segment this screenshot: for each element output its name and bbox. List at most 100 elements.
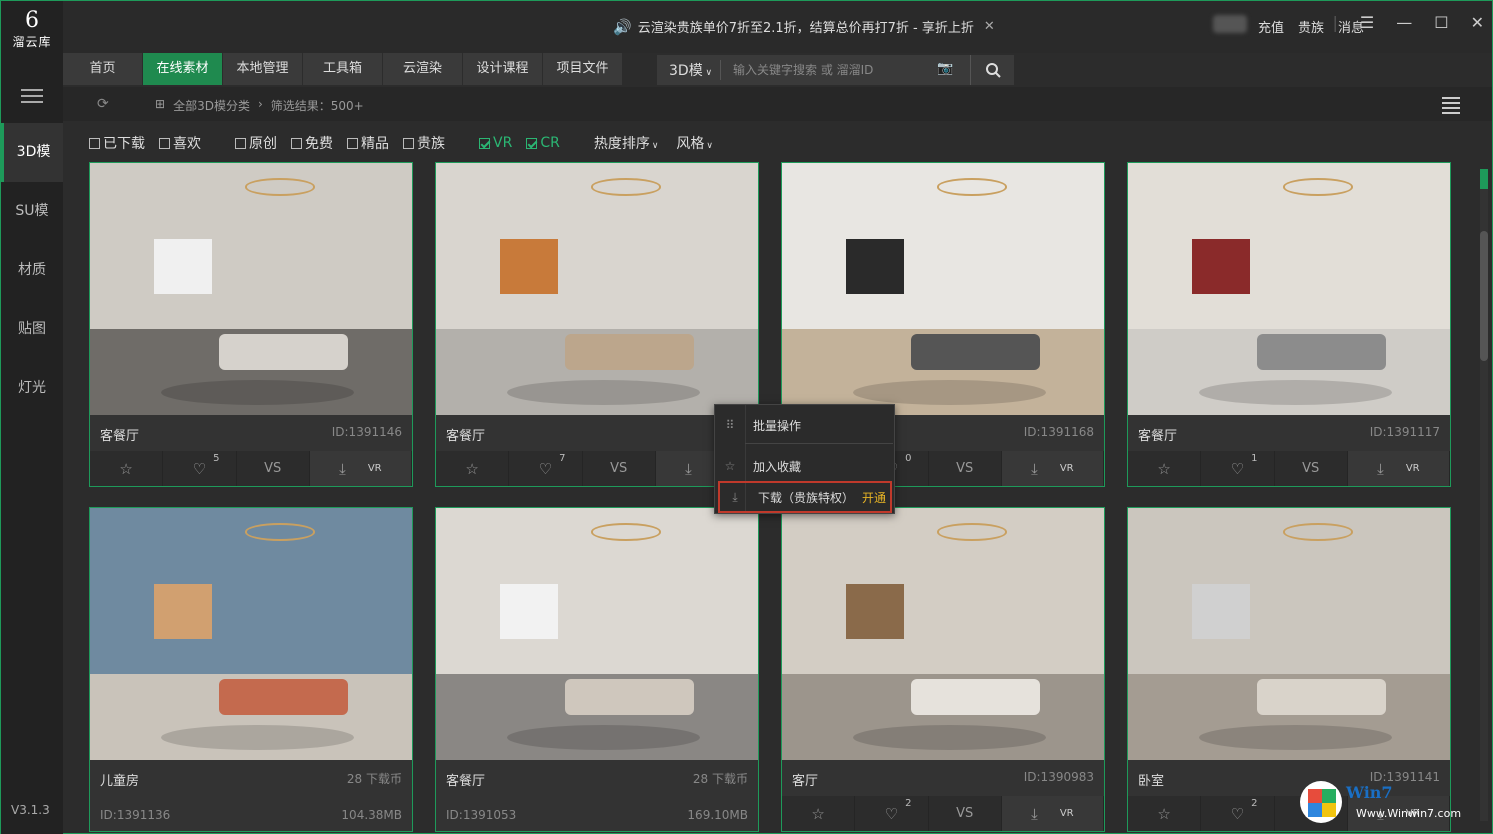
tab-projects[interactable]: 项目文件 [543, 53, 622, 85]
nav-item-texture[interactable]: 贴图 [1, 300, 63, 359]
star-icon: ☆ [1157, 805, 1170, 823]
maximize-icon[interactable]: ☐ [1434, 13, 1448, 32]
compare-button[interactable]: VS [583, 451, 656, 486]
filter-premium[interactable]: 精品 [347, 133, 389, 153]
tab-local[interactable]: 本地管理 [223, 53, 302, 85]
model-card[interactable]: 客餐厅 ID:1391117 ☆ ♡1 VS ⤓VR [1127, 162, 1451, 487]
download-button[interactable]: ⤓VR [310, 451, 412, 486]
download-item[interactable]: ⤓ 下载（贵族特权） 开通 [718, 481, 892, 513]
breadcrumb-category[interactable]: 全部3D模分类 [173, 97, 250, 114]
download-icon: ⤓ [1031, 805, 1038, 823]
filter-cr[interactable]: CR [526, 135, 560, 151]
card-id: ID:1390983 [1024, 770, 1094, 784]
scrollbar[interactable] [1480, 169, 1488, 821]
search-input[interactable] [733, 63, 933, 77]
thumbnail[interactable] [436, 163, 758, 415]
style-dropdown[interactable]: 风格∨ [676, 133, 713, 153]
card-title: 客餐厅 [1138, 425, 1177, 444]
thumbnail[interactable] [1128, 163, 1450, 415]
compare-button[interactable]: VS [1275, 451, 1348, 486]
like-count: 7 [559, 453, 565, 464]
tab-courses[interactable]: 设计课程 [463, 53, 542, 85]
compare-button[interactable]: VS [929, 451, 1002, 486]
avatar[interactable] [1213, 15, 1247, 33]
nav-item-3d[interactable]: 3D模 [1, 123, 63, 182]
filter-liked[interactable]: 喜欢 [159, 133, 201, 153]
watermark: Win7 Www.Winwin7.com [1298, 781, 1478, 827]
download-icon: ⤓ [339, 460, 346, 478]
result-count: 筛选结果：500+ [271, 97, 364, 114]
model-card[interactable]: 客餐厅ID:13 ☆ ♡7 VS ⤓VR [435, 162, 759, 487]
promo-banner[interactable]: 🔊 云渲染贵族单价7折至2.1折，结算总价再打7折 - 享折上折 ✕ [613, 17, 995, 36]
close-promo-icon[interactable]: ✕ [984, 19, 995, 34]
filter-downloaded[interactable]: 已下载 [89, 133, 145, 153]
promo-text: 云渲染贵族单价7折至2.1折，结算总价再打7折 - 享折上折 [638, 17, 974, 36]
star-icon: ☆ [1157, 460, 1170, 478]
like-button[interactable]: ♡1 [1201, 451, 1274, 486]
thumbnail[interactable] [782, 163, 1104, 415]
refresh-icon[interactable]: ⟳ [97, 96, 109, 112]
batch-operation-item[interactable]: ⠿ 批量操作 [715, 409, 894, 441]
thumbnail[interactable] [90, 163, 412, 415]
windows-logo-icon [1300, 781, 1342, 823]
like-button[interactable]: ♡2 [855, 796, 928, 831]
recharge-link[interactable]: 充值 [1258, 17, 1284, 36]
search-type-select[interactable]: 3D模 ∨ [657, 60, 721, 80]
model-card[interactable]: 儿童房28 下载币 ID:1391136 104.38MB [89, 507, 413, 832]
context-menu: ⠿ 批量操作 ☆ 加入收藏 ⤓ 下载（贵族特权） 开通 [714, 404, 895, 514]
download-button[interactable]: ⤓VR [1002, 796, 1104, 831]
compare-button[interactable]: VS [237, 451, 310, 486]
tab-tools[interactable]: 工具箱 [303, 53, 382, 85]
like-button[interactable]: ♡5 [163, 451, 236, 486]
add-favorite-item[interactable]: ☆ 加入收藏 [715, 450, 894, 482]
like-button[interactable]: ♡2 [1201, 796, 1274, 831]
favorite-button[interactable]: ☆ [90, 451, 163, 486]
like-button[interactable]: ♡7 [509, 451, 582, 486]
download-button[interactable]: ⤓VR [1348, 451, 1450, 486]
search-button[interactable] [970, 55, 1014, 85]
sort-dropdown[interactable]: 热度排序∨ [594, 133, 659, 153]
card-title: 儿童房 [100, 770, 139, 789]
tab-online[interactable]: 在线素材 [143, 53, 222, 85]
noble-link[interactable]: 贵族 [1298, 17, 1324, 36]
divider: | [1333, 13, 1338, 32]
thumbnail[interactable] [1128, 508, 1450, 760]
download-icon: ⤓ [1031, 460, 1038, 478]
nav-item-material[interactable]: 材质 [1, 241, 63, 300]
favorite-button[interactable]: ☆ [1128, 796, 1201, 831]
thumbnail[interactable] [436, 508, 758, 760]
thumbnail[interactable] [90, 508, 412, 760]
menu-toggle-icon[interactable] [21, 89, 43, 105]
nav-item-light[interactable]: 灯光 [1, 359, 63, 418]
model-card[interactable]: 客厅ID:1390983 ☆ ♡2 VS ⤓VR [781, 507, 1105, 832]
card-size: 169.10MB [687, 808, 748, 822]
tab-cloud-render[interactable]: 云渲染 [383, 53, 462, 85]
minimize-icon[interactable]: — [1396, 13, 1412, 32]
model-card[interactable]: 客餐厅28 下载币 ID:1391053 169.10MB [435, 507, 759, 832]
search-bar: 3D模 ∨ 📷 [657, 55, 1014, 85]
camera-icon[interactable]: 📷 [937, 61, 953, 76]
filter-original[interactable]: 原创 [235, 133, 277, 153]
filter-free[interactable]: 免费 [291, 133, 333, 153]
model-card[interactable]: 客餐厅ID:1391146 ☆ ♡5 VS ⤓VR [89, 162, 413, 487]
card-id: ID:1391117 [1370, 425, 1440, 439]
breadcrumb: ⊞ 全部3D模分类 › 筛选结果：500+ [155, 97, 364, 114]
download-button[interactable]: ⤓VR [1002, 451, 1104, 486]
favorite-button[interactable]: ☆ [436, 451, 509, 486]
compare-button[interactable]: VS [929, 796, 1002, 831]
left-sidebar: 6 溜云库 3D模 SU模 材质 贴图 灯光 V3.1.3 [1, 1, 63, 834]
like-count: 2 [905, 798, 911, 809]
watermark-url: Www.Winwin7.com [1356, 807, 1461, 820]
close-icon[interactable]: ✕ [1471, 13, 1484, 32]
card-price: 28 下载币 [347, 770, 402, 787]
thumbnail[interactable] [782, 508, 1104, 760]
filter-noble[interactable]: 贵族 [403, 133, 445, 153]
filter-vr[interactable]: VR [479, 135, 512, 151]
settings-menu-icon[interactable]: ☰ [1360, 13, 1374, 32]
favorite-button[interactable]: ☆ [782, 796, 855, 831]
favorite-button[interactable]: ☆ [1128, 451, 1201, 486]
open-membership-link[interactable]: 开通 [862, 489, 886, 506]
tab-home[interactable]: 首页 [63, 53, 142, 85]
nav-item-su[interactable]: SU模 [1, 182, 63, 241]
list-view-icon[interactable] [1442, 97, 1460, 117]
